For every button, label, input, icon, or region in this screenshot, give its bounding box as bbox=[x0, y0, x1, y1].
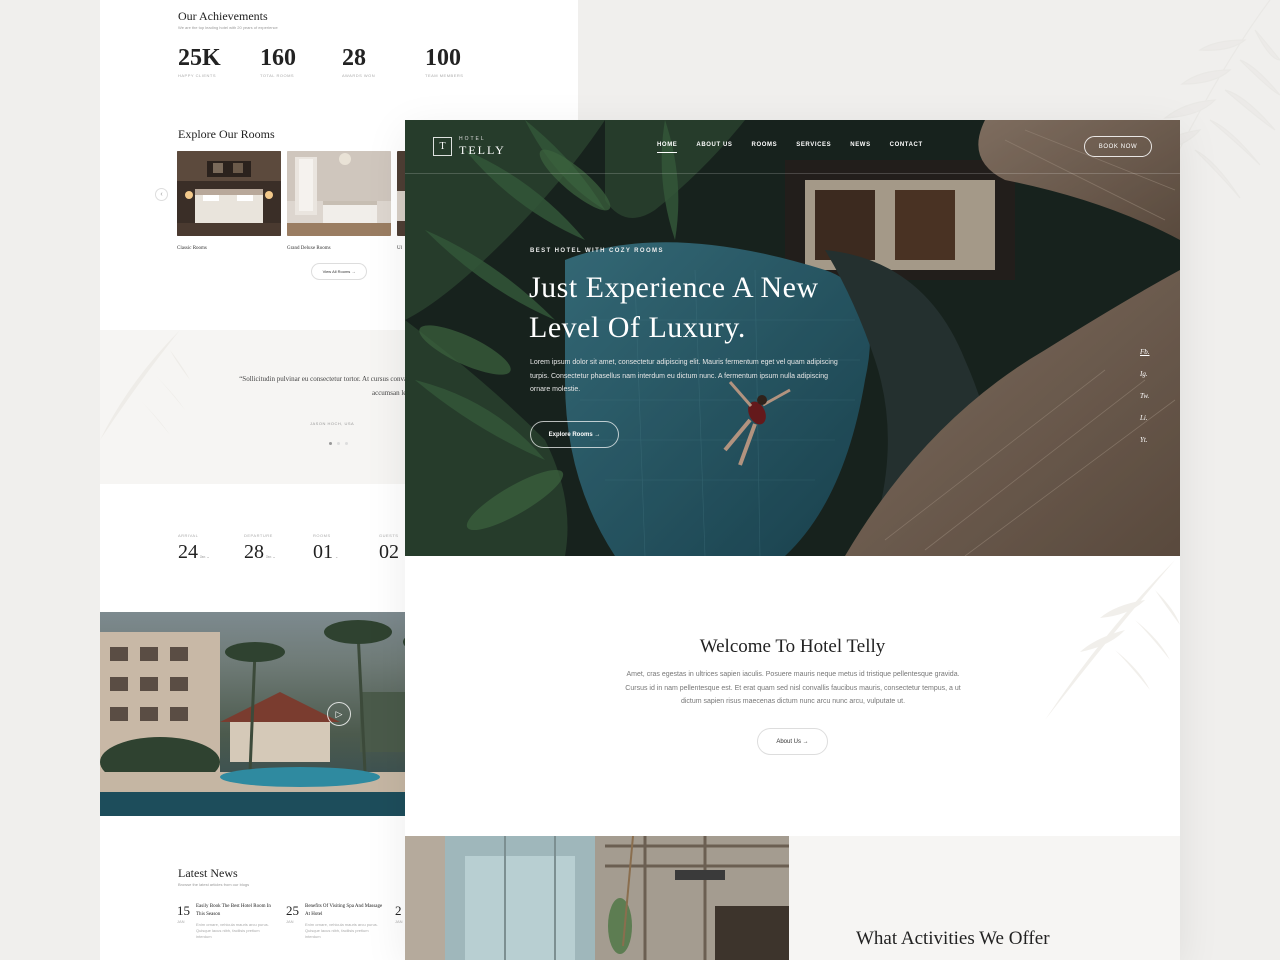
nav-item-rooms[interactable]: ROOMS bbox=[752, 142, 778, 153]
social-link-facebook[interactable]: Fb. bbox=[1140, 348, 1150, 356]
room-photo bbox=[287, 151, 391, 236]
booking-label: GUESTS bbox=[379, 533, 399, 538]
social-link-twitter[interactable]: Tw. bbox=[1140, 392, 1150, 400]
room-photo bbox=[177, 151, 281, 236]
news-item[interactable]: 15 JAN Easily Book The Best Hotel Room I… bbox=[177, 903, 276, 940]
activity-photo bbox=[405, 836, 789, 960]
room-card-classic[interactable]: Classic Rooms bbox=[177, 151, 281, 251]
pagination-dot[interactable] bbox=[337, 442, 340, 445]
stat-value: 100 bbox=[425, 45, 461, 71]
social-link-instagram[interactable]: Ig. bbox=[1140, 370, 1150, 378]
news-headline[interactable]: Benefits Of Visiting Spa And Massage At … bbox=[305, 903, 385, 919]
view-all-rooms-button[interactable]: View All Rooms → bbox=[311, 263, 367, 280]
front-page-preview: T HOTEL TELLY HOME ABOUT US ROOMS SERVIC… bbox=[405, 120, 1180, 960]
stat-happy-clients: 25K HAPPY CLIENTS bbox=[178, 44, 221, 78]
news-excerpt: Enim ornare, vehicula mauris arcu purus.… bbox=[196, 922, 269, 939]
stat-awards-won: 28 AWARDS WON bbox=[342, 44, 375, 78]
nav-item-about-us[interactable]: ABOUT US bbox=[696, 142, 732, 153]
about-us-button[interactable]: About Us → bbox=[757, 728, 828, 755]
palm-leaf-decor bbox=[100, 330, 190, 440]
stat-label: AWARDS WON bbox=[342, 73, 376, 78]
testimonial-author: JASON HOCH, USA bbox=[310, 421, 355, 426]
social-link-youtube[interactable]: Yt. bbox=[1140, 436, 1150, 444]
room-name: Grand Deluxe Rooms bbox=[287, 246, 331, 251]
hero-title: Just Experience A New Level Of Luxury. bbox=[529, 271, 819, 344]
stat-value: 160 bbox=[260, 45, 296, 71]
booking-value: 28 bbox=[244, 541, 264, 563]
news-item[interactable]: 25 JAN Benefits Of Visiting Spa And Mass… bbox=[286, 903, 385, 940]
news-month: JAN bbox=[286, 919, 294, 924]
booking-label: ARRIVAL bbox=[178, 533, 199, 538]
logo-mark[interactable]: T bbox=[433, 137, 452, 156]
stat-total-rooms: 160 TOTAL ROOMS bbox=[260, 44, 296, 78]
testimonial-pagination bbox=[329, 442, 348, 445]
nav-item-news[interactable]: NEWS bbox=[850, 142, 870, 153]
news-section-subtitle: Browse the latest articles from our blog… bbox=[178, 882, 250, 887]
booking-guests[interactable]: GUESTS 02 bbox=[379, 533, 401, 569]
spa-photo bbox=[405, 836, 789, 960]
news-day: 25 bbox=[286, 903, 299, 918]
room-card-grand-deluxe[interactable]: Grand Deluxe Rooms bbox=[287, 151, 391, 251]
booking-departure[interactable]: DEPARTURE 28 Jan ⌄ bbox=[244, 533, 276, 569]
booking-value: 02 bbox=[379, 541, 399, 563]
welcome-description: Amet, cras egestas in ultrices sapien ia… bbox=[625, 671, 961, 705]
book-now-button[interactable]: BOOK NOW bbox=[1084, 136, 1152, 157]
pagination-dot[interactable] bbox=[345, 442, 348, 445]
nav-divider bbox=[405, 173, 1180, 174]
main-nav: HOME ABOUT US ROOMS SERVICES NEWS CONTAC… bbox=[657, 142, 923, 153]
social-links: Fb. Ig. Tw. Li. Yt. bbox=[1140, 348, 1150, 444]
welcome-title: Welcome To Hotel Telly bbox=[699, 636, 886, 657]
hero-section: T HOTEL TELLY HOME ABOUT US ROOMS SERVIC… bbox=[405, 120, 1180, 556]
stat-label: TOTAL ROOMS bbox=[260, 73, 295, 78]
stat-value: 28 bbox=[342, 45, 366, 71]
booking-value: 01 bbox=[313, 541, 333, 563]
hero-description: Lorem ipsum dolor sit amet, consectetur … bbox=[530, 359, 838, 393]
stat-team-members: 100 TEAM MEMBERS bbox=[425, 44, 463, 78]
news-day: 15 bbox=[177, 903, 190, 918]
stat-label: TEAM MEMBERS bbox=[425, 73, 464, 78]
activities-title: What Activities We Offer bbox=[856, 928, 1050, 949]
room-name: Classic Rooms bbox=[177, 246, 207, 251]
booking-label: DEPARTURE bbox=[244, 533, 273, 538]
booking-suffix: Jan ⌄ bbox=[200, 554, 210, 559]
news-headline[interactable]: Easily Book The Best Hotel Room In This … bbox=[196, 903, 276, 919]
booking-suffix: Jan ⌄ bbox=[266, 554, 276, 559]
logo-caption: HOTEL bbox=[459, 136, 486, 142]
news-section-title: Latest News bbox=[178, 866, 238, 880]
booking-suffix: ⌄ bbox=[335, 554, 339, 559]
explore-rooms-button[interactable]: Explore Rooms → bbox=[530, 421, 619, 448]
stat-label: HAPPY CLIENTS bbox=[178, 73, 216, 78]
pagination-dot[interactable] bbox=[329, 442, 332, 445]
nav-item-home[interactable]: HOME bbox=[657, 142, 678, 153]
news-item[interactable]: 2 JAN bbox=[395, 903, 403, 924]
achievements-subtitle: We are the top leading hotel with 20 yea… bbox=[178, 25, 278, 30]
news-excerpt: Enim ornare, vehicula mauris arcu purus.… bbox=[305, 922, 378, 939]
booking-arrival[interactable]: ARRIVAL 24 Jan ⌄ bbox=[178, 533, 210, 569]
booking-label: ROOMS bbox=[313, 533, 331, 538]
carousel-prev-button[interactable]: ‹ bbox=[155, 188, 168, 201]
booking-rooms[interactable]: ROOMS 01 ⌄ bbox=[313, 533, 338, 569]
logo-name[interactable]: TELLY bbox=[459, 143, 506, 158]
achievements-title: Our Achievements bbox=[178, 9, 268, 23]
social-link-linkedin[interactable]: Li. bbox=[1140, 414, 1150, 422]
news-month: JAN bbox=[177, 919, 185, 924]
nav-item-services[interactable]: SERVICES bbox=[796, 142, 831, 153]
booking-value: 24 bbox=[178, 541, 198, 563]
rooms-section-title: Explore Our Rooms bbox=[178, 127, 275, 141]
news-day: 2 bbox=[395, 903, 402, 918]
stat-value: 25K bbox=[178, 45, 221, 71]
news-month: JAN bbox=[395, 919, 403, 924]
play-icon[interactable]: ▷ bbox=[327, 702, 351, 726]
hero-eyebrow: BEST HOTEL WITH COZY ROOMS bbox=[530, 248, 664, 254]
nav-item-contact[interactable]: CONTACT bbox=[890, 142, 923, 153]
